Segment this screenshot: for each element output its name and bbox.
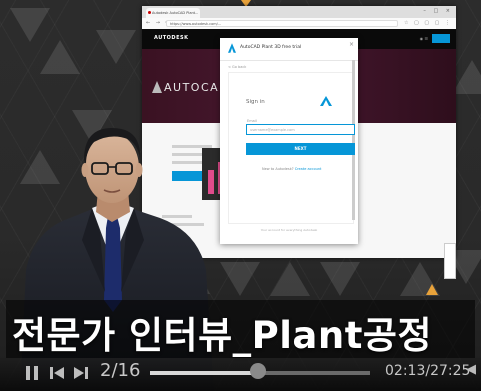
video-stage: Autodesk AutoCAD Plant... – □ × ← → ⟳ ht… [0,0,481,391]
next-icon[interactable] [74,367,88,379]
content-line [162,215,192,218]
go-back-link[interactable]: < Go back [228,65,246,69]
signin-heading: Sign in [246,99,265,105]
autocad-plant-icon [228,43,236,53]
video-caption: 전문가 인터뷰_Plant공정 [12,314,432,357]
site-nav-icon[interactable]: ◉ ☰ [420,36,428,41]
modal-footer: Your account for everything Autodesk [260,228,318,232]
new-account-text: New to Autodesk? Create account [262,167,321,171]
time-display: 02:13/27:25 [385,363,471,379]
modal-scrollbar[interactable] [352,60,355,220]
slide-indicator: 2/16 [100,360,141,381]
seek-handle[interactable] [249,363,266,379]
pause-icon[interactable] [26,366,38,380]
window-controls-icon[interactable]: – □ × [423,8,453,14]
browser-extensions-icon[interactable]: ☆ ▢ ▢ ▢ ⋮ [404,20,452,26]
modal-title: AutoCAD Plant 3D free trial [240,45,302,50]
bg-triangle [10,8,50,42]
autodesk-logo[interactable]: AUTODESK [154,35,188,41]
feedback-tab[interactable] [444,243,456,279]
bg-triangle [40,40,80,74]
close-icon[interactable]: × [349,41,354,48]
favicon-icon [148,11,151,14]
address-bar[interactable]: https://www.autodesk.com/... [166,20,398,27]
signin-modal: AutoCAD Plant 3D free trial × < Go back … [220,38,358,244]
email-input[interactable]: username@example.com [246,124,355,135]
seek-bar[interactable] [150,363,370,379]
previous-icon[interactable] [50,367,64,379]
corner-marker-icon [426,284,438,295]
bg-triangle [220,262,260,296]
seek-bar-progress [150,371,258,375]
bg-triangle [452,60,481,94]
new-account-prefix: New to Autodesk? [262,167,294,171]
modal-header: AutoCAD Plant 3D free trial × [220,38,358,61]
browser-tabbar: Autodesk AutoCAD Plant... – □ × [142,6,456,18]
browser-tab[interactable]: Autodesk AutoCAD Plant... [146,8,200,18]
email-label: Email [247,119,257,123]
bg-triangle [270,262,310,296]
bg-triangle [96,30,136,64]
next-button[interactable]: NEXT [246,143,355,155]
volume-icon[interactable]: ◀ [466,362,476,377]
create-account-link[interactable]: Create account [295,167,322,171]
bg-triangle [170,260,210,294]
autodesk-a-icon [320,96,332,106]
bg-triangle [72,110,112,144]
content-line [162,223,204,226]
autocad-logo-icon [152,81,162,93]
site-header-button[interactable] [432,34,450,43]
bg-triangle [20,150,60,184]
browser-tab-title: Autodesk AutoCAD Plant... [152,11,199,15]
playback-buttons [26,366,88,380]
bg-triangle [320,262,360,296]
image-bar [208,170,214,194]
